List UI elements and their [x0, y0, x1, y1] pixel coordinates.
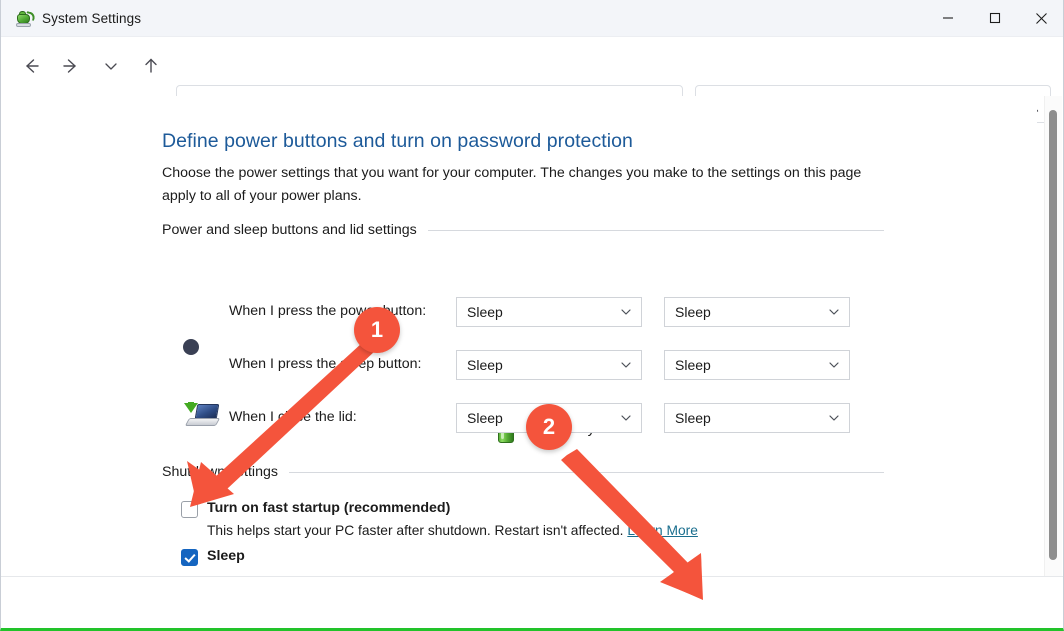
- setting-label-sleep-button: When I press the sleep button:: [229, 356, 421, 372]
- dropdown-value: Sleep: [467, 357, 619, 373]
- power-button-icon: [184, 296, 218, 330]
- dropdown-value: Sleep: [467, 410, 619, 426]
- back-arrow-icon[interactable]: [11, 46, 51, 86]
- title-bar: System Settings: [1, 0, 1064, 37]
- section-header-power: Power and sleep buttons and lid settings: [162, 222, 884, 238]
- nav-buttons: [11, 37, 171, 95]
- control-panel-power-icon: [15, 10, 33, 28]
- minimize-icon[interactable]: [924, 0, 971, 36]
- dropdown-sleep-button-on-battery[interactable]: Sleep: [456, 350, 642, 380]
- chevron-down-icon: [619, 358, 633, 372]
- dropdown-value: Sleep: [675, 410, 827, 426]
- maximize-icon[interactable]: [971, 0, 1018, 36]
- dropdown-power-button-plugged-in[interactable]: Sleep: [664, 297, 850, 327]
- footer-divider: [1, 576, 1064, 577]
- dropdown-power-button-on-battery[interactable]: Sleep: [456, 297, 642, 327]
- section-divider: [289, 472, 884, 473]
- section-divider: [428, 230, 884, 231]
- page-title: Define power buttons and turn on passwor…: [162, 130, 633, 153]
- dropdown-close-lid-on-battery[interactable]: Sleep: [456, 403, 642, 433]
- forward-arrow-icon[interactable]: [51, 46, 91, 86]
- scrollbar-thumb[interactable]: [1049, 110, 1057, 560]
- dropdown-close-lid-plugged-in[interactable]: Sleep: [664, 403, 850, 433]
- system-settings-window: System Settings: [0, 0, 1064, 631]
- setting-row-power-button: When I press the power button: Sleep Sle…: [1, 292, 1037, 338]
- section-label-shutdown: Shutdown settings: [162, 464, 278, 480]
- recent-locations-chevron-down-icon[interactable]: [91, 46, 131, 86]
- column-headers: On battery Plugged in: [1, 254, 1037, 286]
- dropdown-sleep-button-plugged-in[interactable]: Sleep: [664, 350, 850, 380]
- section-label-power: Power and sleep buttons and lid settings: [162, 222, 417, 238]
- setting-row-sleep-button: When I press the sleep button: Sleep Sle…: [1, 345, 1037, 391]
- page-description: Choose the power settings that you want …: [162, 162, 862, 208]
- chevron-down-icon: [827, 411, 841, 425]
- laptop-lid-icon: [184, 402, 218, 436]
- window-controls: [924, 0, 1064, 36]
- chevron-down-icon: [619, 305, 633, 319]
- dropdown-value: Sleep: [675, 304, 827, 320]
- sleep-checkbox[interactable]: [181, 549, 198, 566]
- setting-label-power-button: When I press the power button:: [229, 303, 426, 319]
- content-area: Define power buttons and turn on passwor…: [1, 96, 1037, 576]
- fast-startup-label: Turn on fast startup (recommended): [207, 500, 450, 516]
- chevron-down-icon: [827, 358, 841, 372]
- sleep-row[interactable]: Sleep: [181, 548, 245, 566]
- section-header-shutdown: Shutdown settings: [162, 464, 884, 480]
- chevron-down-icon: [827, 305, 841, 319]
- setting-label-close-lid: When I close the lid:: [229, 409, 357, 425]
- fast-startup-help-sentence: This helps start your PC faster after sh…: [207, 523, 623, 538]
- navigation-bar: « Power Options › System Settings: [1, 37, 1064, 95]
- close-icon[interactable]: [1018, 0, 1064, 36]
- fast-startup-checkbox[interactable]: [181, 501, 198, 518]
- fast-startup-help-text: This helps start your PC faster after sh…: [207, 523, 698, 538]
- fast-startup-row[interactable]: Turn on fast startup (recommended): [181, 500, 450, 518]
- up-arrow-icon[interactable]: [131, 46, 171, 86]
- sleep-button-icon: [184, 349, 218, 383]
- dropdown-value: Sleep: [675, 357, 827, 373]
- dropdown-value: Sleep: [467, 304, 619, 320]
- setting-row-close-lid: When I close the lid: Sleep Sleep: [1, 398, 1037, 444]
- title-bar-left: System Settings: [15, 0, 141, 37]
- vertical-scrollbar[interactable]: [1044, 96, 1062, 576]
- chevron-down-icon: [619, 411, 633, 425]
- window-title: System Settings: [42, 11, 141, 26]
- learn-more-link[interactable]: Learn More: [627, 523, 698, 538]
- sleep-label: Sleep: [207, 548, 245, 564]
